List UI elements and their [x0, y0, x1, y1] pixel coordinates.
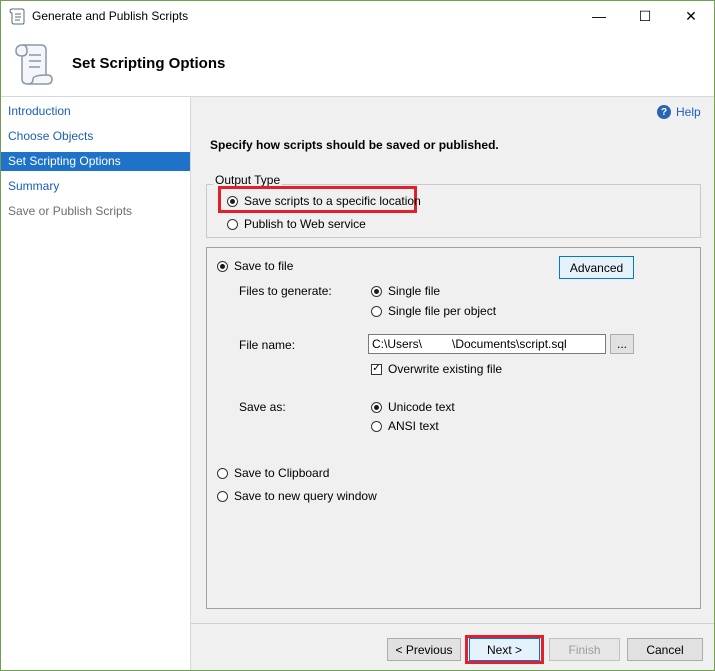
- nav-item-summary[interactable]: Summary: [1, 177, 190, 196]
- radio-label: Single file: [388, 284, 441, 298]
- next-button-label: Next >: [486, 642, 522, 657]
- advanced-button[interactable]: Advanced: [559, 256, 634, 279]
- main-panel: ? Help Specify how scripts should be sav…: [191, 97, 714, 670]
- close-button[interactable]: ✕: [668, 1, 714, 31]
- help-label: Help: [676, 105, 701, 119]
- overwrite-checkbox[interactable]: ✓ Overwrite existing file: [371, 362, 502, 376]
- window-title: Generate and Publish Scripts: [32, 9, 189, 23]
- footer-separator: [191, 623, 714, 624]
- minimize-button[interactable]: —: [576, 1, 622, 31]
- radio-dot: [371, 420, 382, 432]
- radio-dot: [227, 218, 238, 230]
- script-scroll-icon: [15, 44, 53, 85]
- radio-label: Save to file: [234, 259, 294, 273]
- radio-label: Save scripts to a specific location: [244, 194, 421, 208]
- radio-save-to-clipboard[interactable]: Save to Clipboard: [217, 466, 329, 480]
- file-name-label: File name:: [239, 338, 296, 352]
- nav-item-introduction[interactable]: Introduction: [1, 102, 190, 121]
- radio-label: Unicode text: [388, 400, 455, 414]
- advanced-button-label: Advanced: [569, 260, 624, 275]
- wizard-header: Set Scripting Options: [1, 31, 714, 97]
- radio-dot: [371, 401, 382, 413]
- radio-publish-web-service[interactable]: Publish to Web service: [227, 217, 366, 231]
- checkbox-label: Overwrite existing file: [388, 362, 503, 376]
- nav-item-choose-objects[interactable]: Choose Objects: [1, 127, 190, 146]
- browse-button[interactable]: ...: [610, 334, 634, 354]
- finish-button-label: Finish: [568, 642, 601, 657]
- output-type-legend: Output Type: [213, 173, 283, 187]
- radio-dot: [371, 305, 382, 317]
- finish-button: Finish: [549, 638, 620, 661]
- save-as-label: Save as:: [239, 400, 286, 414]
- maximize-button[interactable]: ☐: [622, 1, 668, 31]
- help-icon: ?: [657, 105, 671, 119]
- previous-button-label: < Previous: [395, 642, 453, 657]
- instruction-text: Specify how scripts should be saved or p…: [210, 138, 499, 152]
- radio-single-file-per-object[interactable]: Single file per object: [371, 304, 496, 318]
- radio-unicode-text[interactable]: Unicode text: [371, 400, 455, 414]
- radio-label: Save to new query window: [234, 489, 377, 503]
- nav-item-set-scripting-options[interactable]: Set Scripting Options: [1, 152, 190, 171]
- radio-dot: [227, 195, 238, 207]
- title-bar[interactable]: Generate and Publish Scripts — ☐ ✕: [1, 1, 714, 31]
- nav-item-save-or-publish-scripts: Save or Publish Scripts: [8, 204, 133, 218]
- page-title: Set Scripting Options: [72, 55, 226, 72]
- files-to-generate-label: Files to generate:: [239, 284, 332, 298]
- maximize-icon: ☐: [638, 7, 652, 24]
- close-icon: ✕: [685, 7, 697, 24]
- previous-button[interactable]: < Previous: [387, 638, 461, 661]
- radio-save-specific-location[interactable]: Save scripts to a specific location: [227, 194, 421, 208]
- radio-save-to-query-window[interactable]: Save to new query window: [217, 489, 377, 503]
- next-button[interactable]: Next >: [469, 638, 540, 661]
- minimize-icon: —: [592, 8, 606, 24]
- cancel-button-label: Cancel: [646, 642, 684, 657]
- radio-dot: [371, 285, 382, 297]
- radio-single-file[interactable]: Single file: [371, 284, 440, 298]
- radio-label: Single file per object: [388, 304, 497, 318]
- radio-dot: [217, 490, 228, 502]
- cancel-button[interactable]: Cancel: [627, 638, 703, 661]
- file-name-input[interactable]: C:\Users\ \Documents\script.sql: [368, 334, 606, 354]
- radio-ansi-text[interactable]: ANSI text: [371, 419, 439, 433]
- radio-label: Save to Clipboard: [234, 466, 330, 480]
- wizard-nav: Introduction Choose Objects Set Scriptin…: [1, 97, 191, 670]
- help-link[interactable]: ? Help: [657, 105, 701, 119]
- generate-publish-scripts-window: Generate and Publish Scripts — ☐ ✕ Set S…: [0, 0, 715, 671]
- radio-save-to-file[interactable]: Save to file: [217, 259, 293, 273]
- radio-dot: [217, 260, 228, 272]
- script-scroll-icon: [9, 8, 25, 25]
- checkbox-check-icon: ✓: [371, 363, 382, 375]
- radio-label: ANSI text: [388, 419, 439, 433]
- browse-button-label: ...: [616, 337, 627, 351]
- save-options-panel: [206, 247, 701, 609]
- radio-dot: [217, 467, 228, 479]
- radio-label: Publish to Web service: [244, 217, 366, 231]
